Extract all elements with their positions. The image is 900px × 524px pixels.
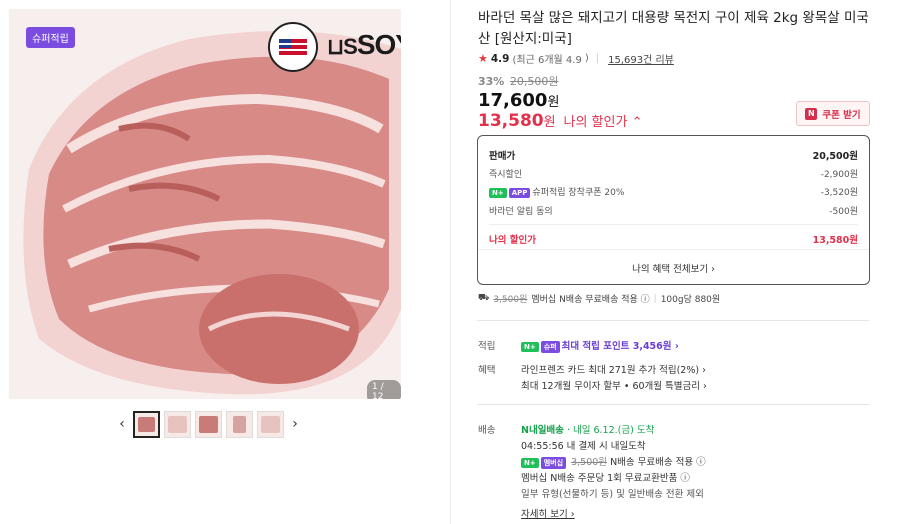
rating-note: (최근 6개월 4.9 <box>512 55 582 66</box>
shipping-summary-row: ⛟ 3,500원 멤버십 N배송 무료배송 적용 ⓘ | 100g당 880원 <box>478 293 721 305</box>
breakdown-instant-row: 즉시할인 -2,900원 <box>489 170 858 180</box>
product-main-image[interactable]: 슈퍼적립 ⊔SSOY 1 / 12 <box>9 9 401 399</box>
sale-price: 17,600원 <box>478 90 560 111</box>
breakdown-alert-row: 바라던 알림 동의 -500원 <box>489 207 858 217</box>
original-price: 20,500원 <box>509 75 559 88</box>
breakdown-my-price-row: 나의 할인가 13,580원 <box>489 235 858 246</box>
product-info-panel: 바라던 목살 많은 돼지고기 대용량 목전지 구이 제육 2kg 왕목살 미국산… <box>450 0 900 524</box>
benefits-label: 혜택 <box>478 365 496 376</box>
delivery-return-info: 멤버십 N배송 주문당 1회 무료교환반품 ⓘ <box>521 473 690 484</box>
delivery-countdown: 04:55:56 내 결제 시 내일도착 <box>521 441 646 452</box>
thumbnail-1[interactable] <box>133 410 160 438</box>
thumbnail-4[interactable] <box>226 410 253 438</box>
reviews-link[interactable]: 15,693건 리뷰 <box>608 51 674 66</box>
delivery-detail-link[interactable]: 자세히 보기 › <box>521 506 575 520</box>
app-chip: APP <box>508 187 531 198</box>
star-icon: ★ <box>478 52 488 65</box>
rating-row: ★ 4.9 (최근 6개월 4.9) | 15,693건 리뷰 <box>478 51 674 66</box>
rating-note-close: ) <box>584 53 589 64</box>
max-points-link[interactable]: N+ 슈퍼 최대 적립 포인트 3,456원 › <box>521 338 679 353</box>
thumbnail-3[interactable] <box>195 410 222 438</box>
breakdown-sale-row: 판매가 20,500원 <box>489 151 858 162</box>
truck-icon: ⛟ <box>478 293 490 303</box>
discount-rate: 33% <box>478 75 505 88</box>
image-counter: 1 / 12 <box>367 380 401 399</box>
installment-benefit-link[interactable]: 최대 12개월 무이자 할부 • 60개월 특별금리 › <box>521 378 707 392</box>
thumbnail-strip: ‹ › <box>115 409 302 439</box>
delivery-exception-info: 일부 유형(선물하기 등) 및 일반배송 전환 제외 <box>521 489 704 500</box>
thumbnail-prev-button[interactable]: ‹ <box>115 413 129 435</box>
points-label: 적립 <box>478 341 496 352</box>
my-price-toggle[interactable]: 나의 할인가 ⌃ <box>564 115 643 130</box>
delivery-fee: N+ 멤버십 3,500원 N배송 무료배송 적용 ⓘ <box>521 454 706 469</box>
breakdown-super-row: N+ APP 슈퍼적립 장착쿠폰 20% -3,520원 <box>489 185 858 198</box>
delivery-label: 배송 <box>478 425 496 436</box>
us-meat-logo <box>268 22 318 72</box>
thumbnail-next-button[interactable]: › <box>288 413 302 435</box>
price-breakdown-box: 판매가 20,500원 즉시할인 -2,900원 N+ APP 슈퍼적립 장착쿠폰 20… <box>477 135 870 285</box>
view-all-benefits-link[interactable]: 나의 혜택 전체보기 › <box>478 261 869 275</box>
pork-slices-image <box>9 9 401 399</box>
soy-logo-text: ⊔SSOY <box>327 29 401 60</box>
discount-row: 33% 20,500원 <box>478 73 558 89</box>
naver-plus-chip: N+ <box>489 187 507 198</box>
product-title: 바라던 목살 많은 돼지고기 대용량 목전지 구이 제육 2kg 왕목살 미국산… <box>478 10 869 47</box>
coupon-button[interactable]: N 쿠폰 받기 <box>796 101 870 126</box>
thumbnail-5[interactable] <box>257 410 284 438</box>
card-benefit-link[interactable]: 라인프렌즈 카드 최대 271원 추가 적립(2%) › <box>521 362 706 376</box>
thumbnail-2[interactable] <box>164 410 191 438</box>
delivery-eta: N내일배송 · 내일 6.12.(금) 도착 <box>521 425 655 436</box>
my-discount-price[interactable]: 13,580원 나의 할인가 ⌃ <box>478 111 642 131</box>
super-points-badge: 슈퍼적립 <box>26 27 75 48</box>
rating-value: 4.9 <box>490 52 510 65</box>
gallery-panel: 슈퍼적립 ⊔SSOY 1 / 12 ‹ › <box>0 0 450 524</box>
naver-n-icon: N <box>805 107 818 120</box>
